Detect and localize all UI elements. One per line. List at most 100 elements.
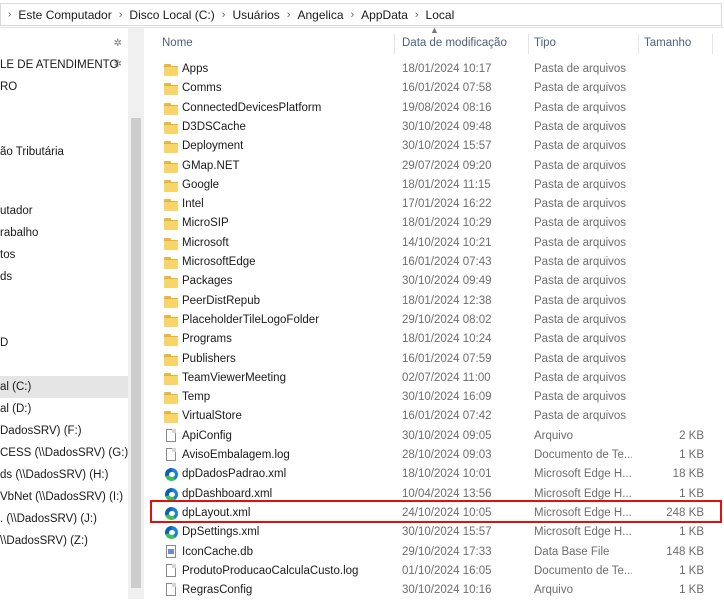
file-date: 18/10/2024 10:01 (402, 468, 492, 481)
file-row[interactable]: PlaceholderTileLogoFolder 29/10/2024 08:0… (160, 311, 724, 330)
file-row[interactable]: MicrosoftEdge 16/01/2024 07:43 Pasta de ar… (160, 253, 724, 272)
column-size[interactable]: Tamanho (644, 28, 691, 58)
nav-item[interactable]: D (0, 332, 128, 354)
file-date: 16/01/2024 07:42 (402, 410, 492, 423)
column-type[interactable]: Tipo (534, 28, 556, 58)
file-row[interactable]: IconCache.db 29/10/2024 17:33 Data Base Fi… (160, 543, 724, 562)
column-divider[interactable] (528, 34, 529, 54)
file-row[interactable]: DpSettings.xml 30/10/2024 15:57 Microsoft … (160, 523, 724, 542)
file-date: 16/01/2024 07:58 (402, 82, 492, 95)
chevron-right-icon[interactable]: › (287, 9, 291, 21)
file-name: dpDadosPadrao.xml (182, 468, 287, 481)
column-name[interactable]: Nome (162, 28, 193, 58)
nav-item[interactable]: RO (0, 76, 128, 98)
file-type: Microsoft Edge H... (534, 526, 632, 539)
file-row[interactable]: Programs 18/01/2024 10:24 Pasta de arquivo… (160, 330, 724, 349)
file-row[interactable]: D3DSCache 30/10/2024 09:48 Pasta de arquiv… (160, 118, 724, 137)
chevron-right-icon[interactable]: › (351, 9, 355, 21)
file-type: Pasta de arquivos (534, 159, 627, 172)
column-divider[interactable] (712, 34, 713, 54)
nav-item[interactable]: CESS (\\DadosSRV) (G:) (0, 442, 128, 464)
file-row[interactable]: dpDadosPadrao.xml 18/10/2024 10:01 Microso… (160, 465, 724, 484)
breadcrumb[interactable]: › Este Computador › Disco Local (C:) › U… (0, 3, 722, 26)
nav-item[interactable]: VbNet (\\DadosSRV) (I:) (0, 486, 128, 508)
nav-item[interactable]: \\DadosSRV) (Z:) (0, 530, 128, 552)
nav-item[interactable]: ão Tributária (0, 141, 128, 163)
file-date: 17/01/2024 16:22 (402, 198, 492, 211)
nav-item[interactable] (0, 288, 128, 310)
file-name: Publishers (182, 352, 236, 365)
nav-item[interactable] (0, 163, 128, 185)
file-row[interactable]: AvisoEmbalagem.log 28/10/2024 09:03 Docume… (160, 446, 724, 465)
file-row[interactable]: GMap.NET 29/07/2024 09:20 Pasta de arquivo… (160, 157, 724, 176)
file-row[interactable]: ProdutoProducaoCalculaCusto.log 01/10/202… (160, 562, 724, 581)
file-name: GMap.NET (182, 159, 240, 172)
nav-item[interactable]: al (D:) (0, 398, 128, 420)
chevron-right-icon[interactable]: › (119, 9, 123, 21)
file-size (638, 137, 704, 156)
nav-item-label: al (D:) (0, 403, 32, 415)
file-row[interactable]: Intel 17/01/2024 16:22 Pasta de arquivos (160, 195, 724, 214)
file-row[interactable]: RegrasConfig 30/10/2024 10:16 Arquivo 1 KB (160, 581, 724, 600)
file-size (638, 79, 704, 98)
file-name: Comms (182, 82, 222, 95)
file-row[interactable]: Temp 30/10/2024 16:09 Pasta de arquivos (160, 388, 724, 407)
file-type: Arquivo (534, 584, 573, 597)
folder-icon (164, 159, 178, 173)
nav-item[interactable] (0, 354, 128, 376)
nav-item[interactable]: al (C:) (0, 376, 128, 398)
file-row[interactable]: PeerDistRepub 18/01/2024 12:38 Pasta de ar… (160, 292, 724, 311)
file-row[interactable]: MicroSIP 18/01/2024 10:29 Pasta de arquivo… (160, 214, 724, 233)
file-name: RegrasConfig (182, 584, 253, 597)
file-date: 30/10/2024 09:48 (402, 120, 492, 133)
file-row[interactable]: Google 18/01/2024 11:15 Pasta de arquivos (160, 176, 724, 195)
nav-item[interactable]: rabalho (0, 222, 128, 244)
file-row[interactable]: ConnectedDevicesPlatform 19/08/2024 08:16… (160, 99, 724, 118)
nav-item-label: VbNet (\\DadosSRV) (I:) (0, 491, 124, 503)
breadcrumb-appdata[interactable]: AppData (361, 8, 408, 22)
file-row[interactable]: TeamViewerMeeting 02/07/2024 11:00 Pasta d… (160, 369, 724, 388)
nav-scrollbar[interactable] (128, 28, 144, 599)
nav-item[interactable]: . (\\DadosSRV) (J:) (0, 508, 128, 530)
column-divider[interactable] (638, 34, 639, 54)
column-divider[interactable] (394, 34, 395, 54)
nav-item-label: \\DadosSRV) (Z:) (0, 535, 88, 547)
file-row[interactable]: Publishers 16/01/2024 07:59 Pasta de arqui… (160, 350, 724, 369)
breadcrumb-angelica[interactable]: Angelica (297, 8, 343, 22)
file-size (638, 214, 704, 233)
chevron-right-icon[interactable]: › (415, 9, 419, 21)
nav-item[interactable]: LE DE ATENDIMENTO ✲ (0, 54, 128, 76)
address-bar: › Este Computador › Disco Local (C:) › U… (0, 0, 724, 28)
nav-item-label: LE DE ATENDIMENTO (0, 59, 119, 71)
chevron-right-icon[interactable]: › (222, 9, 226, 21)
breadcrumb-este-computador[interactable]: Este Computador (18, 8, 111, 22)
column-date[interactable]: Data de modificação (402, 28, 507, 58)
file-name: Microsoft (182, 236, 229, 249)
file-name: Google (182, 178, 220, 191)
breadcrumb-local[interactable]: Local (426, 8, 455, 22)
file-size (638, 118, 704, 137)
folder-icon (164, 274, 178, 289)
nav-scrollbar-thumb[interactable] (131, 118, 141, 588)
nav-item-label: utador (0, 205, 33, 217)
breadcrumb-usuarios[interactable]: Usuários (232, 8, 279, 22)
file-row[interactable]: Packages 30/10/2024 09:49 Pasta de arquivo… (160, 272, 724, 291)
file-row[interactable]: Deployment 30/10/2024 15:57 Pasta de arqui… (160, 137, 724, 156)
file-row[interactable]: VirtualStore 16/01/2024 07:42 Pasta de arq… (160, 407, 724, 426)
nav-item[interactable]: ds (0, 266, 128, 288)
file-row[interactable]: Microsoft 14/10/2024 10:21 Pasta de arquiv… (160, 234, 724, 253)
nav-item[interactable] (0, 98, 128, 120)
nav-item[interactable]: ds (\\DadosSRV) (H:) (0, 464, 128, 486)
breadcrumb-disco-local[interactable]: Disco Local (C:) (129, 8, 214, 22)
nav-item[interactable]: tos (0, 244, 128, 266)
file-size: 2 KB (679, 429, 704, 442)
file-row[interactable]: Apps 18/01/2024 10:17 Pasta de arquivos (160, 60, 724, 79)
file-row[interactable]: ApiConfig 30/10/2024 09:05 Arquivo 2 KB (160, 427, 724, 446)
folder-icon (164, 313, 178, 327)
file-size (638, 60, 704, 79)
file-row[interactable]: Comms 16/01/2024 07:58 Pasta de arquivos (160, 79, 724, 98)
file-date: 18/01/2024 12:38 (402, 294, 492, 307)
nav-item[interactable]: DadosSRV) (F:) (0, 420, 128, 442)
chevron-right-icon[interactable]: › (8, 9, 11, 20)
nav-item[interactable]: utador (0, 200, 128, 222)
